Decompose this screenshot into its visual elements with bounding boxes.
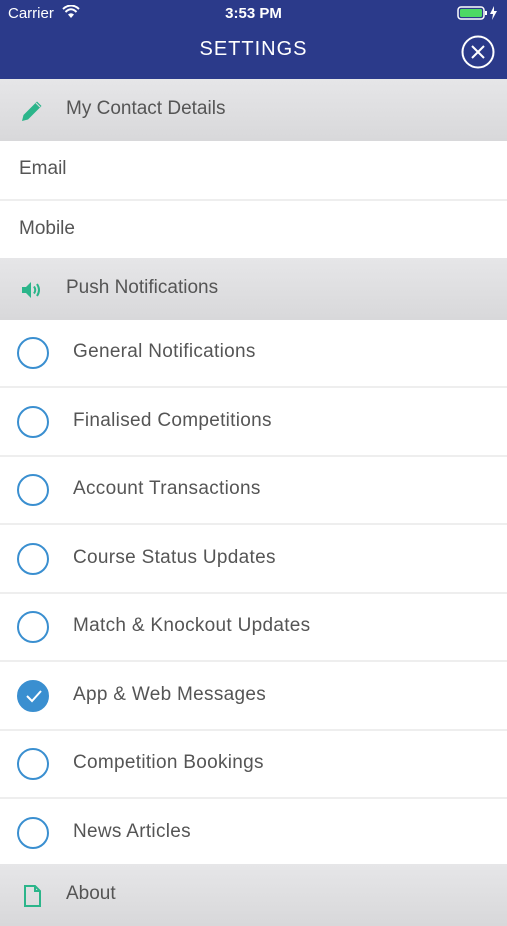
unchecked-radio-icon[interactable] — [17, 337, 49, 369]
section-label: My Contact Details — [66, 98, 226, 119]
notification-label: Course Status Updates — [73, 546, 276, 568]
section-label: About — [66, 883, 116, 904]
notification-toggle-row[interactable]: App & Web Messages — [0, 662, 507, 731]
close-icon — [461, 35, 495, 69]
notification-label: Competition Bookings — [73, 752, 264, 773]
checked-radio-icon[interactable] — [17, 679, 49, 712]
section-about[interactable]: About — [0, 864, 507, 926]
battery-icon — [457, 6, 499, 24]
notification-toggle-row[interactable]: Finalised Competitions — [0, 388, 507, 457]
status-bar: Carrier 3:53 PM — [0, 0, 507, 28]
document-icon — [19, 883, 45, 909]
notification-label: App & Web Messages — [73, 683, 267, 705]
close-button[interactable] — [461, 35, 495, 69]
email-field[interactable]: Email — [0, 141, 507, 201]
notification-toggle-row[interactable]: General Notifications — [0, 320, 507, 388]
status-time: 3:53 PM — [225, 5, 282, 22]
notification-toggle-row[interactable]: Account Transactions — [0, 457, 507, 525]
notification-label: Match & Knockout Updates — [73, 615, 311, 636]
section-contact-details: My Contact Details — [0, 79, 507, 141]
checkmark-icon — [26, 689, 42, 702]
unchecked-radio-icon[interactable] — [17, 405, 49, 438]
section-label: Push Notifications — [66, 277, 219, 298]
page-title: SETTINGS — [199, 38, 308, 60]
email-label: Email — [19, 158, 67, 179]
notification-label: General Notifications — [73, 341, 256, 362]
unchecked-radio-icon[interactable] — [17, 816, 49, 849]
unchecked-radio-icon[interactable] — [17, 542, 49, 575]
notification-toggle-row[interactable]: News Articles — [0, 799, 507, 868]
notification-toggle-row[interactable]: Course Status Updates — [0, 525, 507, 594]
notification-toggle-row[interactable]: Match & Knockout Updates — [0, 594, 507, 662]
notification-toggle-row[interactable]: Competition Bookings — [0, 731, 507, 799]
unchecked-radio-icon[interactable] — [17, 474, 49, 506]
pencil-icon — [19, 98, 45, 124]
unchecked-radio-icon[interactable] — [17, 611, 49, 643]
notification-label: Account Transactions — [73, 478, 261, 499]
speaker-icon — [19, 277, 45, 303]
header-bar: Carrier 3:53 PM SETTINGS — [0, 0, 507, 79]
mobile-label: Mobile — [19, 218, 75, 239]
notification-label: News Articles — [73, 820, 191, 842]
unchecked-radio-icon[interactable] — [17, 748, 49, 780]
notification-label: Finalised Competitions — [73, 409, 272, 431]
section-push-notifications: Push Notifications — [0, 258, 507, 320]
mobile-field[interactable]: Mobile — [0, 201, 507, 261]
